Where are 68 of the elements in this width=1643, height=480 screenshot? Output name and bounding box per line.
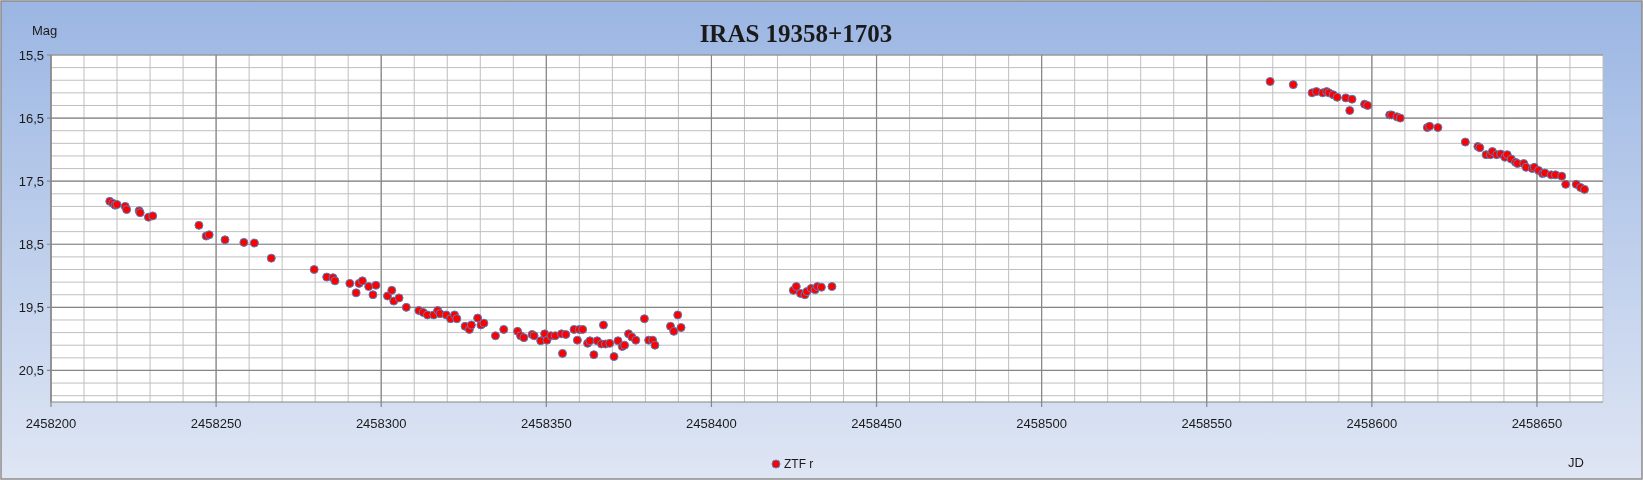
data-point [266, 253, 276, 263]
data-point [589, 350, 599, 360]
data-point [194, 220, 204, 230]
data-point [220, 235, 230, 245]
data-point [122, 205, 132, 215]
data-point [239, 237, 249, 247]
data-point [572, 335, 582, 345]
data-point [309, 265, 319, 274]
data-point [394, 293, 404, 303]
tick-label: 16,5 [18, 111, 44, 127]
tick-label: 2458650 [1511, 416, 1563, 431]
tick-label: 18,5 [18, 237, 44, 253]
tick-label: 15,5 [18, 48, 44, 63]
data-point [387, 285, 397, 295]
tick-label: 2458550 [1181, 416, 1233, 431]
data-point [368, 290, 378, 300]
data-point [598, 320, 608, 330]
tick-label: 2458450 [851, 416, 902, 431]
tick-label: 2458600 [1346, 416, 1398, 431]
tick-label: 2458400 [686, 416, 737, 431]
data-point [1332, 92, 1342, 102]
axis-label: JD [1568, 455, 1584, 470]
tick-label: 17,5 [18, 174, 44, 190]
data-point [609, 352, 619, 362]
tick-label: 2458500 [1016, 416, 1067, 431]
tick-label: 2458300 [355, 416, 407, 431]
legend-label: ZTF r [784, 457, 814, 471]
data-point [673, 310, 683, 320]
data-point [650, 340, 660, 350]
data-point [401, 302, 411, 312]
data-point [561, 330, 571, 339]
data-point [364, 282, 374, 292]
data-point [1561, 179, 1571, 189]
data-point [1433, 123, 1443, 133]
tick-label: 2458250 [190, 416, 242, 431]
data-point [605, 338, 615, 348]
data-point [1345, 106, 1355, 115]
data-point [1580, 184, 1589, 194]
tick-label: 19,5 [18, 300, 44, 316]
data-point [452, 314, 462, 324]
data-point [558, 348, 567, 358]
data-point [639, 314, 649, 324]
data-point [473, 313, 483, 323]
data-point [1347, 94, 1357, 104]
data-point [1265, 77, 1275, 86]
data-point [371, 280, 381, 290]
data-point [676, 323, 686, 333]
data-point [1460, 137, 1470, 147]
data-point [613, 336, 623, 346]
axis-label: Mag [32, 23, 58, 38]
data-point [466, 320, 476, 330]
data-point [578, 324, 588, 334]
data-point [669, 326, 679, 336]
data-point [816, 282, 826, 292]
data-point [631, 335, 641, 345]
data-point [351, 288, 361, 298]
data-point [499, 324, 509, 334]
tick-label: 2458350 [521, 416, 572, 431]
data-point [345, 278, 355, 288]
tick-label: 20,5 [18, 363, 44, 379]
data-point [490, 331, 500, 341]
data-point [827, 282, 837, 292]
data-point [1288, 80, 1298, 90]
data-point [148, 211, 158, 221]
chart-title: IRAS 19358+1703 [699, 20, 893, 47]
data-point [1557, 171, 1567, 181]
tick-label: 2458200 [25, 416, 77, 431]
data-point [249, 238, 259, 248]
